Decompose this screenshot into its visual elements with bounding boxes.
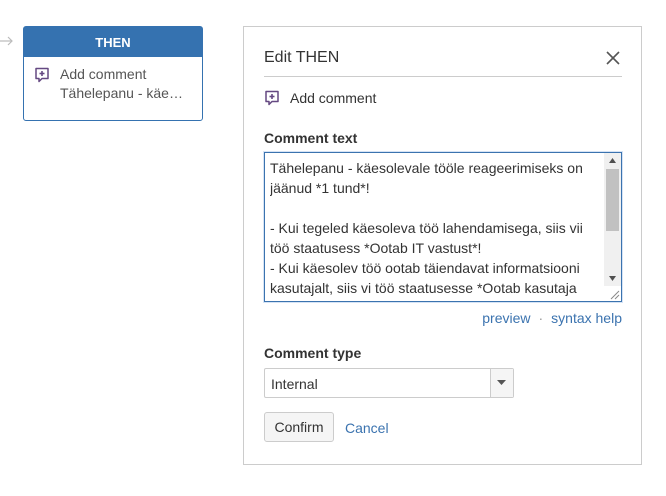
scroll-up-arrow-icon[interactable] xyxy=(608,156,617,165)
textarea-links: preview · syntax help xyxy=(264,310,622,326)
resize-grip-icon[interactable] xyxy=(608,288,620,300)
add-comment-icon xyxy=(35,67,49,83)
close-icon[interactable] xyxy=(604,49,622,67)
then-card-action-label: Add comment xyxy=(60,66,147,82)
comment-text-label: Comment text xyxy=(264,130,358,146)
panel-title: Edit THEN xyxy=(264,49,340,66)
comment-type-select[interactable]: Internal xyxy=(264,368,514,398)
then-card-comment-preview: Tähelepanu - käesolevale tööle reageerim… xyxy=(60,85,188,101)
comment-type-label: Comment type xyxy=(264,345,362,361)
select-dropdown-button[interactable] xyxy=(490,369,513,397)
links-separator: · xyxy=(538,310,544,326)
scroll-down-arrow-icon[interactable] xyxy=(608,274,617,283)
preview-link[interactable]: preview xyxy=(482,310,530,326)
comment-textarea[interactable]: Tähelepanu - käesolevale tööle reageerim… xyxy=(264,152,622,302)
scrollbar-thumb[interactable] xyxy=(606,169,619,231)
comment-type-value: Internal xyxy=(271,376,318,392)
syntax-help-link[interactable]: syntax help xyxy=(551,310,622,326)
action-add-comment: Add comment xyxy=(264,89,376,107)
then-card-body: Add comment Tähelepanu - käesolevale töö… xyxy=(24,57,202,103)
connector-arrow-icon xyxy=(0,36,13,46)
comment-textarea-content[interactable]: Tähelepanu - käesolevale tööle reageerim… xyxy=(270,158,605,298)
cancel-link[interactable]: Cancel xyxy=(345,420,389,436)
edit-then-panel: Edit THEN Add comment Comment text Tähel… xyxy=(243,26,642,465)
then-card-header: THEN xyxy=(24,27,202,57)
textarea-scrollbar[interactable] xyxy=(604,153,621,286)
then-card[interactable]: THEN Add comment Tähelepanu - käesoleval… xyxy=(23,26,203,121)
confirm-button[interactable]: Confirm xyxy=(264,412,334,442)
title-divider xyxy=(264,76,622,77)
chevron-down-icon xyxy=(497,380,506,385)
add-comment-icon xyxy=(265,90,279,106)
action-label: Add comment xyxy=(290,90,377,106)
